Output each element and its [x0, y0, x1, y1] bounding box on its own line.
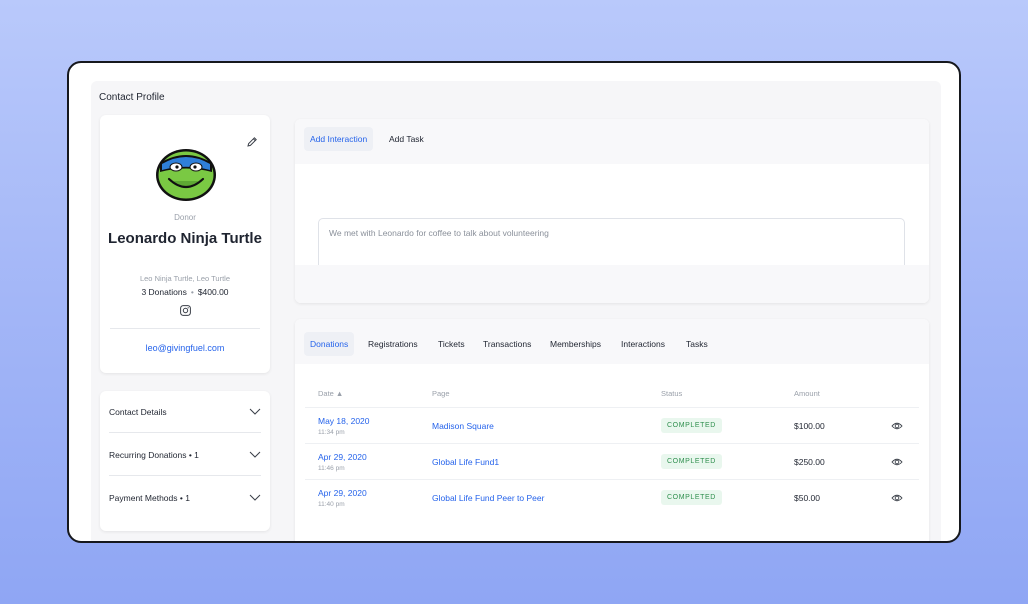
profile-divider: [110, 328, 260, 329]
instagram-icon[interactable]: [180, 305, 191, 316]
donation-date-link[interactable]: May 18, 2020: [318, 416, 370, 426]
interaction-panel: Add Interaction Add Task We met with Leo…: [295, 119, 929, 303]
status-badge: COMPLETED: [661, 490, 722, 505]
table-row: May 18, 2020 11:34 pm Madison Square COM…: [305, 407, 919, 443]
tab-add-task[interactable]: Add Task: [383, 127, 430, 151]
stats-separator: •: [190, 287, 194, 297]
donation-page-link[interactable]: Madison Square: [432, 421, 494, 431]
contact-sections: Contact Details Recurring Donations • 1 …: [100, 391, 270, 531]
interaction-footer: [295, 265, 929, 303]
donation-time: 11:34 pm: [318, 429, 345, 436]
chevron-down-icon: [249, 451, 261, 458]
tab-transactions[interactable]: Transactions: [477, 332, 537, 356]
contact-email-link[interactable]: leo@givingfuel.com: [100, 343, 270, 353]
app-window: Contact Profile Donor Leonardo Ninja Tur…: [67, 61, 961, 543]
tab-tickets[interactable]: Tickets: [432, 332, 471, 356]
column-header-page: Page: [432, 389, 450, 398]
column-header-amount: Amount: [794, 389, 820, 398]
interaction-tabs: Add Interaction Add Task: [295, 119, 929, 164]
column-header-date[interactable]: Date ▲: [318, 389, 343, 398]
eye-icon[interactable]: [891, 493, 903, 503]
contact-name: Leonardo Ninja Turtle: [108, 230, 262, 247]
donation-amount: $100.00: [794, 421, 825, 431]
contact-role: Donor: [174, 213, 196, 222]
donation-date-link[interactable]: Apr 29, 2020: [318, 488, 367, 498]
tab-registrations[interactable]: Registrations: [362, 332, 424, 356]
donation-page-link[interactable]: Global Life Fund Peer to Peer: [432, 493, 544, 503]
donation-count: 3 Donations: [141, 287, 187, 297]
contact-aliases: Leo Ninja Turtle, Leo Turtle: [139, 274, 231, 283]
eye-icon[interactable]: [891, 421, 903, 431]
tab-add-interaction[interactable]: Add Interaction: [304, 127, 374, 151]
accordion-label: Contact Details: [109, 407, 167, 417]
contact-details-toggle[interactable]: Contact Details: [109, 391, 261, 433]
tab-interactions[interactable]: Interactions: [615, 332, 671, 356]
records-tabs: Donations Registrations Tickets Transact…: [295, 319, 929, 364]
status-badge: COMPLETED: [661, 418, 722, 433]
donation-date-link[interactable]: Apr 29, 2020: [318, 452, 367, 462]
tab-donations[interactable]: Donations: [304, 332, 355, 356]
records-panel: Donations Registrations Tickets Transact…: [295, 319, 929, 541]
donation-amount: $50.00: [794, 493, 820, 503]
table-row: Apr 29, 2020 11:46 pm Global Life Fund1 …: [305, 443, 919, 479]
donation-stats: 3 Donations • $400.00: [100, 287, 270, 297]
payment-methods-toggle[interactable]: Payment Methods • 1: [109, 477, 261, 519]
tab-memberships[interactable]: Memberships: [544, 332, 607, 356]
pencil-icon[interactable]: [246, 136, 258, 148]
turtle-avatar: [156, 149, 216, 201]
donation-time: 11:40 pm: [318, 501, 345, 508]
recurring-donations-toggle[interactable]: Recurring Donations • 1: [109, 434, 261, 476]
chevron-down-icon: [249, 494, 261, 501]
profile-card: Donor Leonardo Ninja Turtle Leo Ninja Tu…: [100, 115, 270, 373]
eye-icon[interactable]: [891, 457, 903, 467]
accordion-label: Payment Methods • 1: [109, 493, 190, 503]
donation-amount: $250.00: [794, 457, 825, 467]
table-row: Apr 29, 2020 11:40 pm Global Life Fund P…: [305, 479, 919, 515]
contact-profile-page: Contact Profile Donor Leonardo Ninja Tur…: [91, 81, 941, 541]
status-badge: COMPLETED: [661, 454, 722, 469]
accordion-label: Recurring Donations • 1: [109, 450, 199, 460]
donation-page-link[interactable]: Global Life Fund1: [432, 457, 499, 467]
column-header-status: Status: [661, 389, 683, 398]
donation-total: $400.00: [197, 287, 229, 297]
page-title: Contact Profile: [99, 92, 165, 103]
donation-time: 11:46 pm: [318, 465, 345, 472]
chevron-down-icon: [249, 408, 261, 415]
tab-tasks[interactable]: Tasks: [680, 332, 714, 356]
